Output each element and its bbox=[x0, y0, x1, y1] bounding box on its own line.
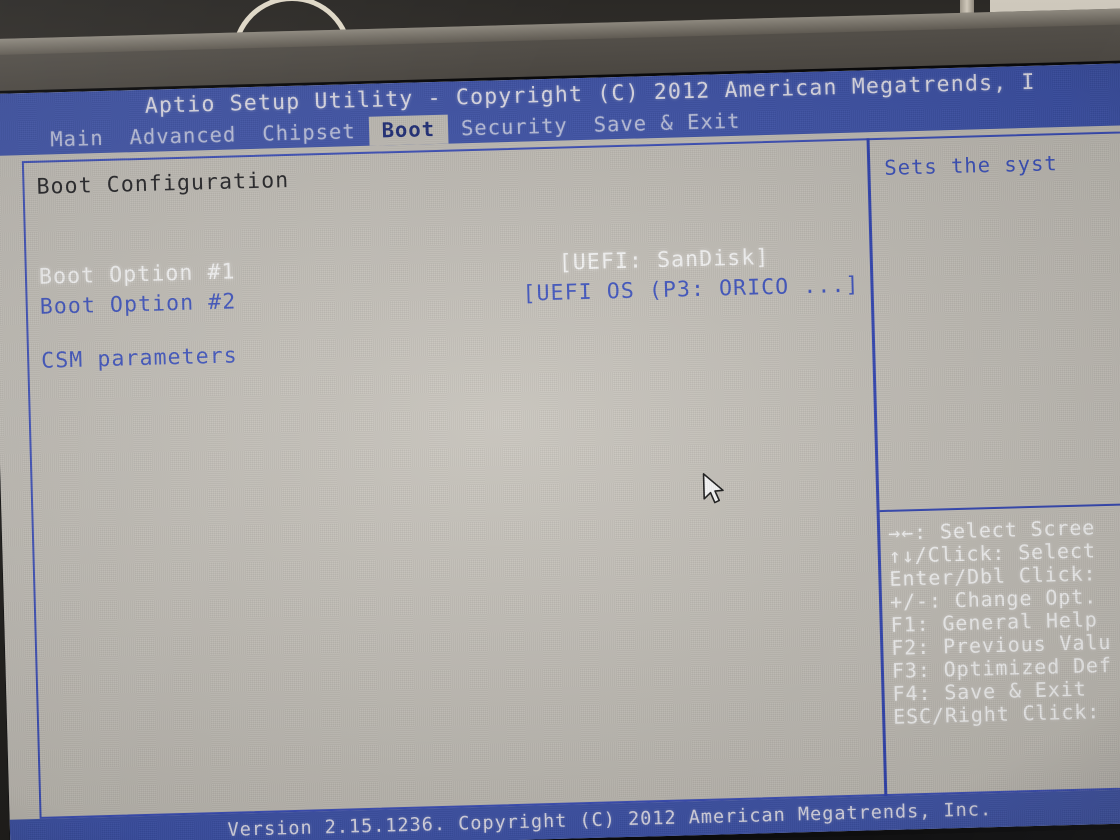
tab-save-exit[interactable]: Save & Exit bbox=[580, 106, 753, 140]
help-description-text: Sets the syst bbox=[883, 151, 1059, 180]
settings-pane: Boot Configuration Boot Option #1 [UEFI:… bbox=[36, 153, 861, 376]
mouse-cursor-icon bbox=[702, 473, 724, 504]
tab-main[interactable]: Main bbox=[37, 124, 117, 155]
photo-scene: Aptio Setup Utility - Copyright (C) 2012… bbox=[0, 0, 1120, 840]
tab-security[interactable]: Security bbox=[448, 111, 581, 144]
key-legend-pane: →←: Select Scree ↑↓/Click: Select Enter/… bbox=[888, 513, 1120, 729]
tab-boot[interactable]: Boot bbox=[368, 114, 449, 146]
tab-chipset[interactable]: Chipset bbox=[249, 117, 369, 149]
monitor-screen: Aptio Setup Utility - Copyright (C) 2012… bbox=[0, 61, 1120, 840]
tab-advanced[interactable]: Advanced bbox=[116, 120, 249, 153]
boot-option-1-value[interactable]: [UEFI: SanDisk] bbox=[558, 244, 769, 275]
